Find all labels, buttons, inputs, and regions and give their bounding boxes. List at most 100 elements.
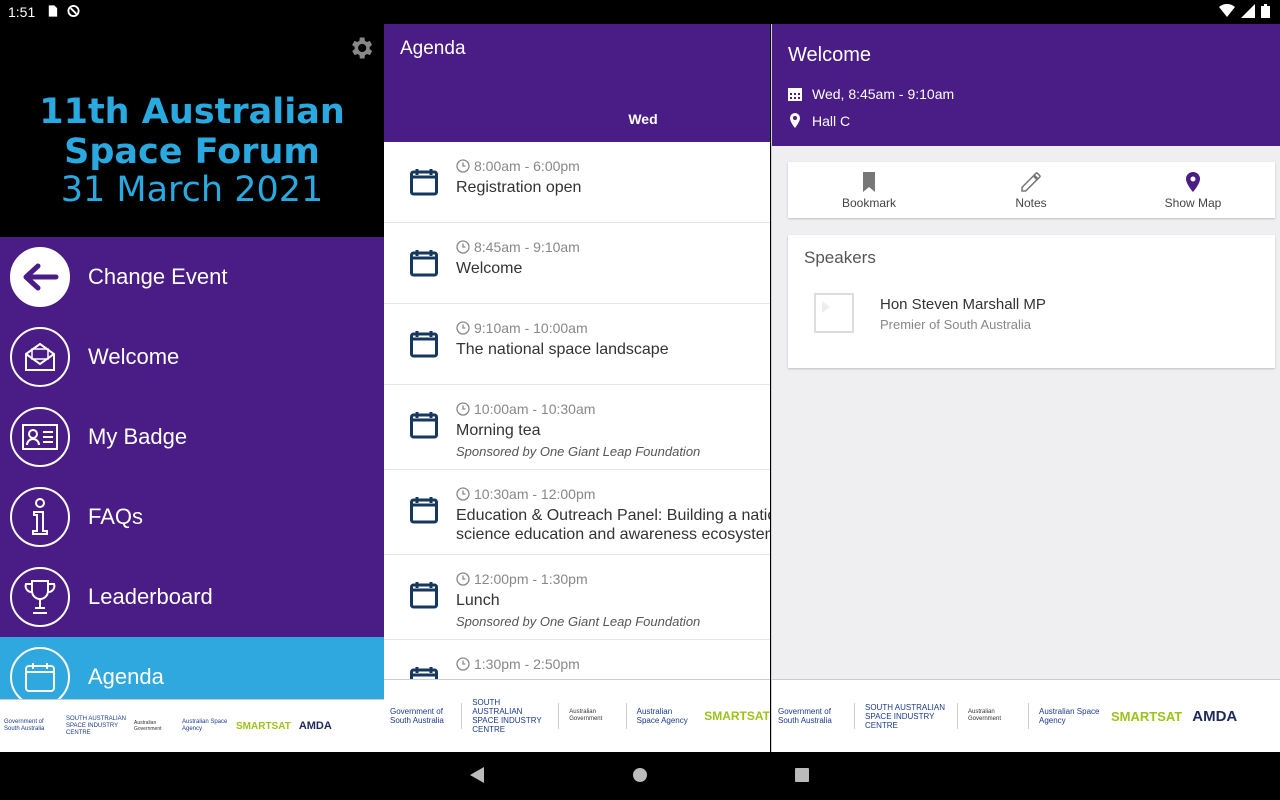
session-time: 8:00am - 6:00pm: [474, 158, 580, 174]
banner-date: 31 March 2021: [60, 170, 324, 210]
speaker-title: Premier of South Australia: [880, 317, 1032, 332]
notes-label: Notes: [1015, 196, 1047, 210]
agenda-panel: Agenda Wed 8:00am - 6:00pm Registration …: [384, 24, 770, 752]
session-name: Lunch: [456, 592, 500, 609]
menu-item-label: Agenda: [88, 664, 164, 689]
notes-button[interactable]: Notes: [971, 162, 1091, 218]
gear-icon[interactable]: [347, 34, 375, 62]
logo-sasic: SOUTH AUSTRALIAN SPACE INDUSTRY CENTRE: [66, 715, 127, 736]
clock-icon: [456, 487, 470, 501]
bookmark-icon: [863, 172, 875, 192]
logo-gov-sa: Government of South Australia: [390, 707, 444, 725]
session-item[interactable]: 10:00am - 10:30am Morning tea Sponsored …: [384, 385, 770, 470]
clock-icon: [456, 657, 470, 671]
map-pin-icon: [1186, 172, 1200, 192]
session-time: 12:00pm - 1:30pm: [474, 571, 588, 587]
logo-amda: AMDA: [298, 719, 332, 732]
logo-divider: [461, 703, 463, 729]
clock-icon: [456, 240, 470, 254]
session-sponsor: Sponsored by One Giant Leap Foundation: [456, 614, 701, 629]
detail-location: Hall C: [812, 113, 851, 129]
home-nav-icon[interactable]: [632, 766, 648, 784]
logo-gov-sa: Government of South Australia: [4, 719, 45, 732]
session-item[interactable]: 12:00pm - 1:30pm Lunch Sponsored by One …: [384, 555, 770, 640]
calendar-icon: [410, 412, 438, 439]
logo-smartsat: SMARTSAT: [236, 720, 291, 732]
status-bar: 1:51: [0, 0, 1280, 24]
battery-icon: [1261, 4, 1270, 18]
logo-sasic: SOUTH AUSTRALIAN SPACE INDUSTRY CENTRE: [472, 698, 542, 734]
show-map-button[interactable]: Show Map: [1133, 162, 1253, 218]
logo-gov-sa: Government of South Australia: [778, 707, 832, 725]
calendar-icon: [410, 582, 438, 609]
logo-aus-gov: Australian Government: [134, 720, 162, 732]
recents-nav-icon[interactable]: [794, 766, 810, 784]
status-time: 1:51: [8, 4, 36, 20]
session-name: Morning tea: [456, 422, 541, 439]
calendar-icon: [410, 497, 438, 524]
logo-divider: [1028, 703, 1029, 729]
calendar-icon: [410, 331, 438, 358]
session-name: Education & Outreach Panel: Building a n…: [456, 507, 770, 524]
menu-item-label: My Badge: [88, 424, 188, 449]
location-pin-icon: [790, 113, 800, 128]
clock-icon: [456, 321, 470, 335]
bookmark-label: Bookmark: [841, 196, 897, 210]
wifi-icon: [1219, 4, 1235, 17]
menu-item-label: Leaderboard: [88, 584, 213, 609]
tab-wed[interactable]: Wed: [384, 111, 770, 127]
logo-asa: Australian Space Agency: [1039, 707, 1100, 725]
session-time: 10:00am - 10:30am: [474, 401, 596, 417]
menu-item-faqs[interactable]: FAQs: [0, 477, 384, 557]
navigation-drawer: 11th Australian Space Forum 31 March 202…: [0, 24, 384, 752]
session-detail-panel: Welcome Wed, 8:45am - 9:10am Hall C Book…: [771, 24, 1280, 752]
session-item[interactable]: 8:45am - 9:10am Welcome: [384, 223, 770, 304]
session-name: The national space landscape: [456, 341, 669, 358]
system-nav-bar: [0, 752, 1280, 800]
banner-line-1: 11th Australian: [39, 92, 345, 132]
logo-divider: [854, 703, 855, 729]
session-time: 9:10am - 10:00am: [474, 320, 588, 336]
menu-item-change-event[interactable]: Change Event: [0, 237, 384, 317]
calendar-grid-icon: [788, 88, 802, 101]
event-banner: 11th Australian Space Forum 31 March 202…: [0, 24, 384, 237]
logo-smartsat: SMARTSAT: [704, 708, 770, 723]
session-name-line-2: science education and awareness ecosyste…: [456, 526, 770, 543]
logo-aus-gov: Australian Government: [569, 709, 603, 722]
clock-icon: [456, 572, 470, 586]
logo-smartsat: SMARTSAT: [1111, 708, 1183, 724]
session-item[interactable]: 9:10am - 10:00am The national space land…: [384, 304, 770, 385]
pencil-icon: [1021, 172, 1041, 192]
back-nav-icon[interactable]: [469, 766, 485, 784]
session-item[interactable]: 8:00am - 6:00pm Registration open: [384, 142, 770, 223]
trophy-icon: [10, 567, 70, 627]
agenda-title: Agenda: [400, 38, 466, 59]
logo-asa: Australian Space Agency: [636, 707, 688, 725]
logo-amda: AMDA: [1192, 707, 1238, 725]
session-time: 8:45am - 9:10am: [474, 239, 580, 255]
menu-item-label: Welcome: [88, 344, 180, 369]
banner-line-2: Space Forum: [64, 132, 320, 172]
signal-icon: [1241, 4, 1255, 18]
session-sponsor: Sponsored by One Giant Leap Foundation: [456, 444, 701, 459]
logo-sasic: SOUTH AUSTRALIAN SPACE INDUSTRY CENTRE: [865, 702, 946, 730]
clock-icon: [456, 402, 470, 416]
sponsor-logos: Government of South Australia SOUTH AUST…: [772, 679, 1280, 752]
menu-item-welcome[interactable]: Welcome: [0, 317, 384, 397]
speaker-photo[interactable]: [814, 293, 854, 333]
sync-icon: [67, 4, 80, 18]
logo-aus-gov: Australian Government: [968, 709, 1002, 722]
session-name: Registration open: [456, 179, 582, 196]
drawer-menu: Change Event Welcome My Badge FAQs Leade…: [0, 237, 384, 717]
menu-item-my-badge[interactable]: My Badge: [0, 397, 384, 477]
session-item[interactable]: 10:30am - 12:00pm Education & Outreach P…: [384, 470, 770, 555]
sd-card-icon: [48, 5, 58, 17]
bookmark-button[interactable]: Bookmark: [809, 162, 929, 218]
clock-icon: [456, 159, 470, 173]
image-placeholder-icon: [822, 301, 830, 313]
session-time: 10:30am - 12:00pm: [474, 486, 596, 502]
menu-item-label: FAQs: [88, 504, 144, 529]
menu-item-leaderboard[interactable]: Leaderboard: [0, 557, 384, 637]
speaker-name[interactable]: Hon Steven Marshall MP: [880, 296, 1046, 313]
sponsor-logos: Government of South Australia SOUTH AUST…: [384, 679, 770, 752]
